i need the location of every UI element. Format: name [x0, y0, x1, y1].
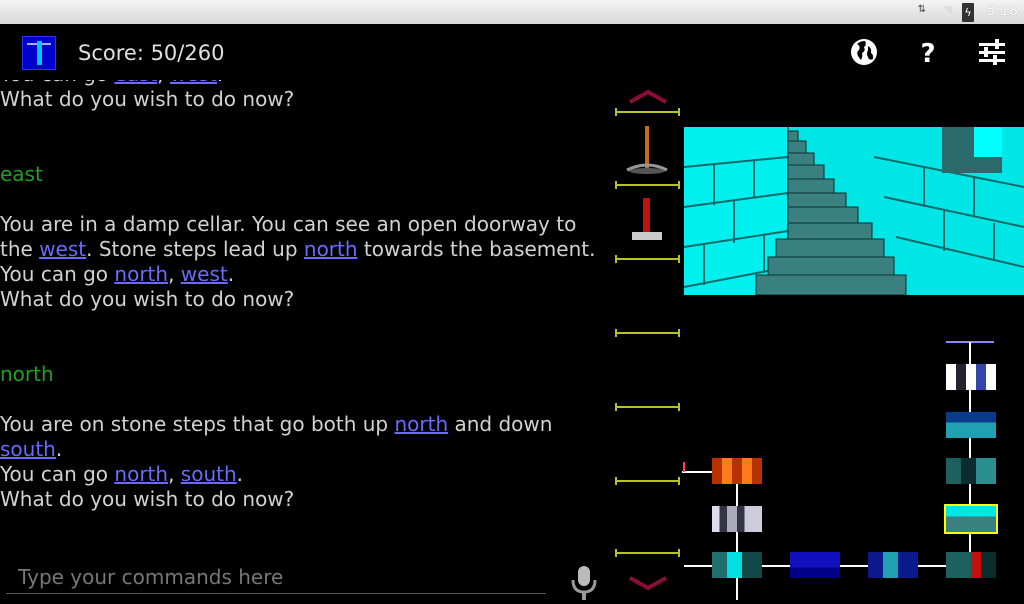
chevron-down-icon [629, 576, 667, 591]
transcript-text: . [55, 437, 63, 461]
direction-link-north[interactable]: north [114, 262, 168, 286]
transcript-text: You are on stone steps that go both up [0, 412, 395, 436]
transcript-lines: You can go east, west.What do you wish t… [0, 80, 610, 512]
chevron-up-icon [629, 89, 667, 104]
inventory-shelf [615, 477, 680, 488]
direction-link-west[interactable]: west [39, 237, 86, 261]
help-button[interactable]: ? [912, 36, 944, 69]
transcript-line: What do you wish to do now? [0, 87, 610, 112]
transcript-text: , [157, 80, 170, 86]
transcript-line: You can go north, south. [0, 462, 610, 487]
echoed-command: north [0, 362, 610, 387]
transcript-text: What do you wish to do now? [0, 287, 295, 311]
transcript-text: the [0, 237, 40, 261]
game-transcript[interactable]: You can go east, west.What do you wish t… [0, 80, 610, 548]
map-room-blue-room[interactable] [790, 552, 840, 578]
transcript-line: What do you wish to do now? [0, 287, 610, 312]
globe-icon [851, 39, 877, 65]
data-signal-icon: ⇅ [917, 4, 926, 15]
map-room-stone-steps-current[interactable] [944, 504, 998, 534]
map-room-teal-corridor[interactable] [946, 412, 996, 438]
map-room-blue-corridor[interactable] [868, 552, 918, 578]
map-room-orange-cave[interactable] [712, 458, 762, 484]
transcript-text: You can go [0, 262, 115, 286]
map-room-stairs-top[interactable] [946, 364, 996, 390]
transcript-text: . [227, 262, 235, 286]
direction-link-south[interactable]: south [0, 437, 56, 461]
map-room-grey-pillars[interactable] [712, 506, 762, 532]
map-room-teal-door[interactable] [946, 458, 996, 484]
settings-sliders-icon [979, 39, 1005, 65]
transcript-line: You are on stone steps that go both up n… [0, 412, 610, 437]
transcript-line: What do you wish to do now? [0, 487, 610, 512]
direction-link-east[interactable]: east [114, 80, 157, 86]
transcript-text: towards the basement. [357, 237, 596, 261]
svg-text:?: ? [920, 39, 935, 68]
transcript-text: north [0, 362, 54, 386]
inventory-shelf [615, 255, 680, 266]
inventory-shelf [615, 108, 680, 119]
transcript-text: What do you wish to do now? [0, 487, 295, 511]
score-label: Score: 50/260 [78, 41, 225, 65]
transcript-text: You are in a damp cellar. You can see an… [0, 212, 577, 236]
pickaxe-drawing [626, 126, 668, 174]
action-bar: Score: 50/260 ? [0, 24, 1024, 80]
transcript-text: What do you wish to do now? [0, 87, 295, 111]
transcript-text: and down [448, 412, 553, 436]
map-room-red-cellar[interactable] [946, 552, 996, 578]
inventory-scroll-up-button[interactable] [626, 86, 670, 106]
red-post-drawing [632, 198, 662, 240]
transcript-text: , [168, 462, 181, 486]
battery-charging-icon: ϟ [962, 3, 974, 22]
stone-steps-illustration [683, 127, 1024, 296]
inventory-scroll-down-button[interactable] [626, 574, 670, 594]
direction-link-north[interactable]: north [394, 412, 448, 436]
transcript-text: You can go [0, 462, 115, 486]
transcript-line: You are in a damp cellar. You can see an… [0, 212, 610, 237]
transcript-line: You can go east, west. [0, 80, 610, 87]
transcript-text: east [0, 162, 43, 186]
direction-link-north[interactable]: north [304, 237, 358, 261]
inventory-shelf [615, 549, 680, 560]
map-room-cyan-hall[interactable] [712, 552, 762, 578]
transcript-line: You can go north, west. [0, 262, 610, 287]
lighthouse-tower [37, 41, 42, 65]
status-clock: 5:18 [986, 3, 1018, 19]
direction-link-north[interactable]: north [114, 462, 168, 486]
microphone-icon [571, 566, 597, 600]
transcript-text: , [168, 262, 181, 286]
inventory-shelf [615, 181, 680, 192]
transcript-line: south. [0, 437, 610, 462]
status-bar: ⇅ ◥ ϟ 5:18 [0, 0, 1024, 24]
red-post-item-icon[interactable] [630, 196, 664, 242]
transcript-line: the west. Stone steps lead up north towa… [0, 237, 610, 262]
echoed-command: east [0, 162, 610, 187]
dungeon-map[interactable] [682, 336, 1024, 600]
inventory-shelf [615, 403, 680, 414]
globe-button[interactable] [848, 36, 880, 68]
command-input[interactable] [6, 560, 546, 594]
wifi-icon: ◥ [942, 3, 952, 17]
direction-link-west[interactable]: west [181, 262, 228, 286]
transcript-text: . Stone steps lead up [86, 237, 304, 261]
inventory-shelf [615, 329, 680, 340]
transcript-text: . [236, 462, 243, 486]
direction-link-west[interactable]: west [170, 80, 217, 86]
direction-link-south[interactable]: south [181, 462, 237, 486]
transcript-text: You can go [0, 80, 114, 86]
microphone-button[interactable] [566, 564, 602, 600]
pickaxe-item-icon[interactable] [625, 124, 669, 176]
lighthouse-app-icon[interactable] [22, 36, 56, 70]
help-icon: ? [920, 39, 935, 69]
settings-button[interactable] [976, 36, 1008, 68]
transcript-text: . [217, 80, 223, 86]
room-scene-picture [683, 127, 1024, 296]
